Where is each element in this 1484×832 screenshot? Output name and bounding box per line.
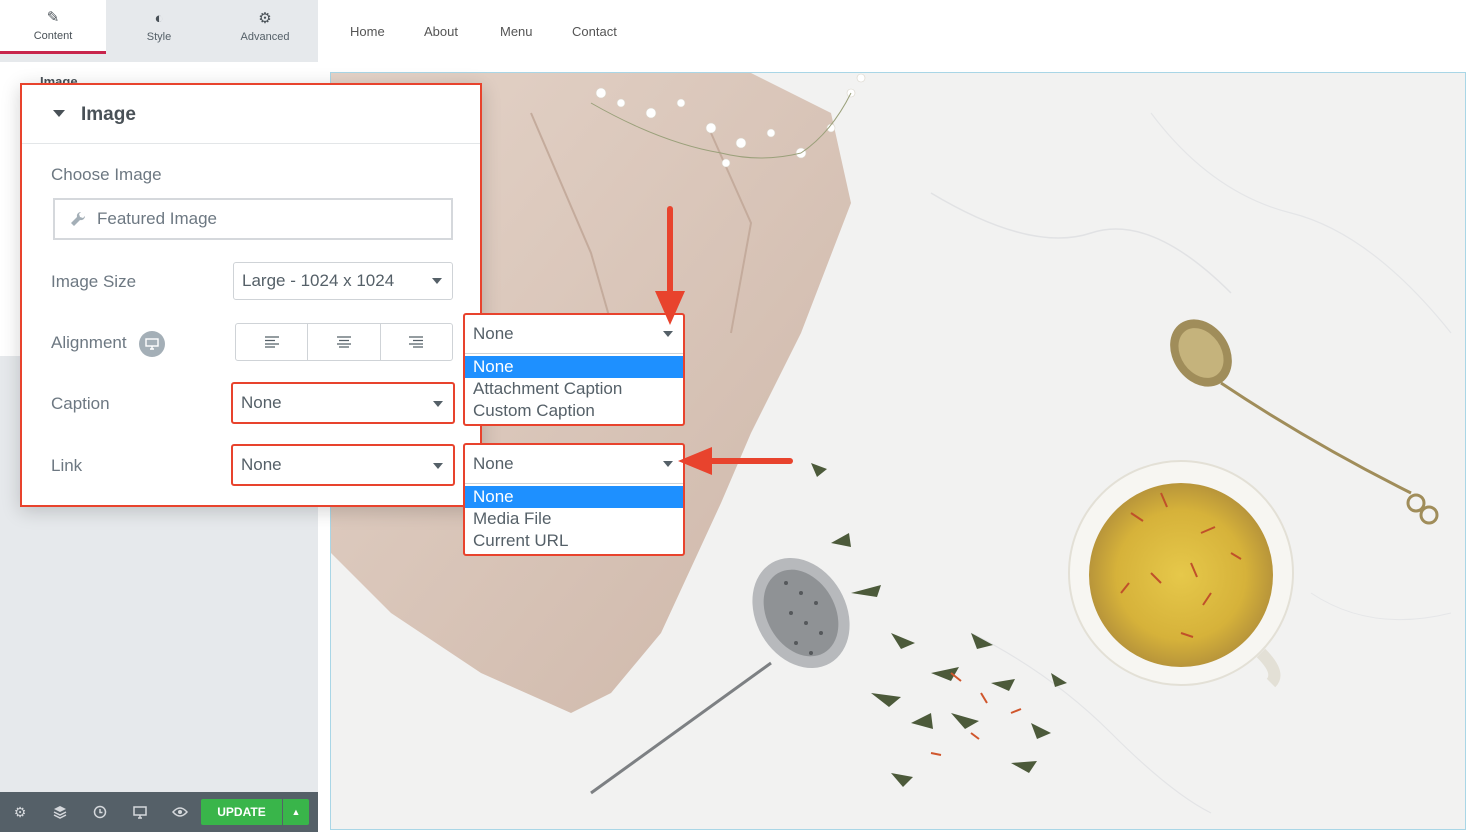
site-nav: Home About Menu Contact <box>318 0 1484 64</box>
link-value: None <box>241 455 282 474</box>
settings-icon[interactable]: ⚙ <box>0 792 40 832</box>
layers-icon[interactable] <box>40 792 80 832</box>
chevron-down-icon <box>663 461 673 467</box>
link-dropdown-head[interactable]: None <box>465 445 683 484</box>
link-options-list: None Media File Current URL <box>465 484 683 554</box>
image-size-select[interactable]: Large - 1024 x 1024 <box>233 262 453 300</box>
image-section-header[interactable]: Image <box>22 85 480 144</box>
nav-about[interactable]: About <box>424 24 458 39</box>
image-section-title: Image <box>81 104 136 125</box>
update-options-button[interactable]: ▲ <box>283 799 309 825</box>
responsive-icon[interactable] <box>120 792 160 832</box>
caption-options-list: None Attachment Caption Custom Caption <box>465 354 683 424</box>
tab-content[interactable]: ✎ Content <box>0 0 106 54</box>
arrow-down-annotation <box>655 206 685 325</box>
tab-advanced-label: Advanced <box>240 31 290 43</box>
caption-option-attachment[interactable]: Attachment Caption <box>465 378 683 400</box>
align-left-icon <box>264 336 279 348</box>
alignment-control <box>235 323 453 361</box>
tab-content-label: Content <box>33 29 73 42</box>
tab-advanced[interactable]: ⚙ Advanced <box>212 0 318 54</box>
image-size-label: Image Size <box>51 272 137 291</box>
editor-tabs: ✎ Content ◐ Style ⚙ Advanced <box>0 0 318 54</box>
nav-home[interactable]: Home <box>350 24 385 39</box>
tab-style-label: Style <box>146 31 172 43</box>
alignment-label: Alignment <box>51 333 127 352</box>
caption-option-custom[interactable]: Custom Caption <box>465 400 683 422</box>
caption-value: None <box>241 393 282 412</box>
monitor-icon[interactable] <box>139 331 165 357</box>
nav-menu[interactable]: Menu <box>500 24 533 39</box>
image-settings-popup: Image Choose Image Featured Image Image … <box>20 83 482 507</box>
chevron-down-icon <box>663 331 673 337</box>
caption-dropdown-selected: None <box>473 324 514 343</box>
history-icon[interactable] <box>80 792 120 832</box>
align-center-icon <box>336 336 351 348</box>
arrow-left-annotation <box>678 447 793 475</box>
align-right-button[interactable] <box>381 324 452 360</box>
tab-style[interactable]: ◐ Style <box>106 0 212 54</box>
chevron-down-icon <box>433 463 443 469</box>
link-dropdown-expanded: None None Media File Current URL <box>463 443 685 556</box>
nav-contact[interactable]: Contact <box>572 24 617 39</box>
align-center-button[interactable] <box>308 324 381 360</box>
preview-icon[interactable] <box>160 792 200 832</box>
caption-select[interactable]: None <box>231 382 455 424</box>
link-option-media-file[interactable]: Media File <box>465 508 683 530</box>
choose-image-label: Choose Image <box>51 165 162 184</box>
featured-image-text: Featured Image <box>97 209 218 228</box>
link-dropdown-selected: None <box>473 454 514 473</box>
link-option-current-url[interactable]: Current URL <box>465 530 683 552</box>
image-size-value: Large - 1024 x 1024 <box>242 271 395 290</box>
align-left-button[interactable] <box>236 324 309 360</box>
update-button[interactable]: UPDATE <box>201 799 282 825</box>
caption-option-none[interactable]: None <box>465 356 683 378</box>
wrench-icon <box>71 211 86 226</box>
featured-image-field[interactable]: Featured Image <box>53 198 453 240</box>
link-option-none[interactable]: None <box>465 486 683 508</box>
caret-down-icon <box>53 110 65 117</box>
link-label: Link <box>51 456 83 475</box>
link-select[interactable]: None <box>231 444 455 486</box>
caption-label: Caption <box>51 394 110 413</box>
contrast-icon: ◐ <box>154 10 164 27</box>
align-right-icon <box>409 336 424 348</box>
chevron-down-icon <box>432 278 442 284</box>
pencil-icon: ✎ <box>46 8 60 26</box>
gear-icon: ⚙ <box>258 10 272 27</box>
chevron-down-icon <box>433 401 443 407</box>
